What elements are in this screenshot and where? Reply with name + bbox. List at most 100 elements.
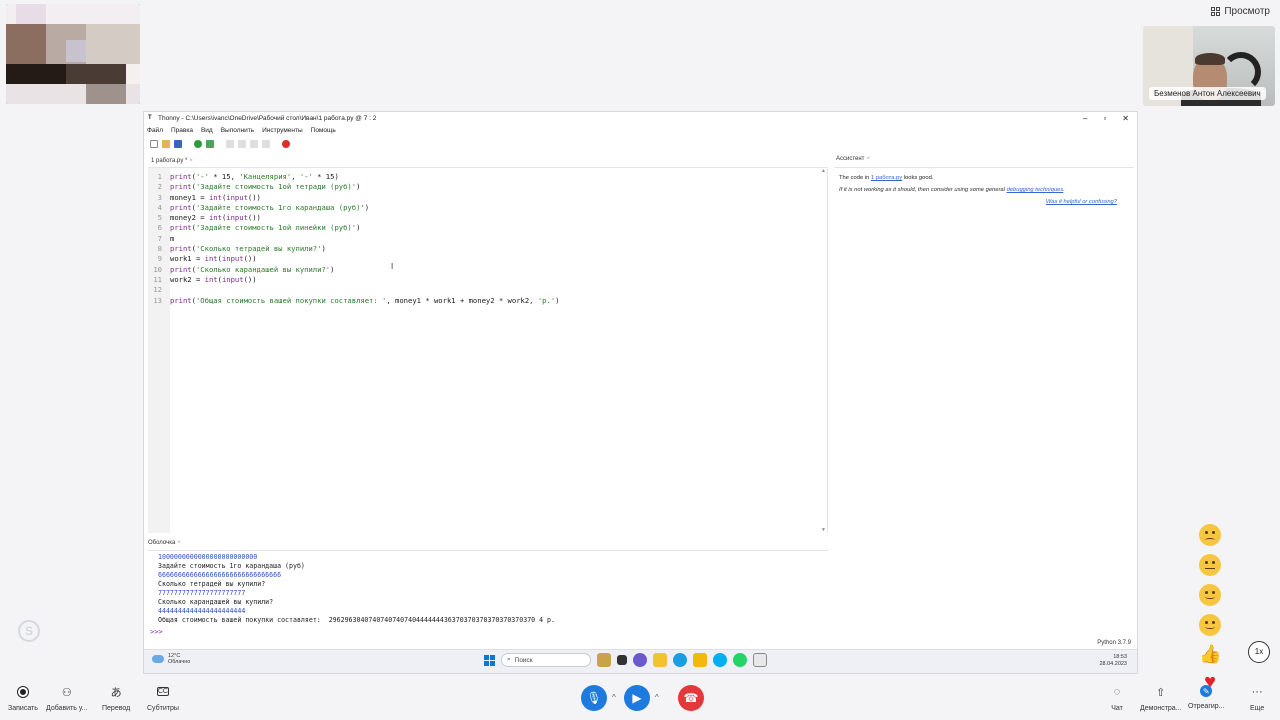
code-token: 'Задайте стоимость 1ой линейки (руб)' <box>195 223 357 233</box>
windows-start-icon[interactable] <box>484 654 495 666</box>
react-button[interactable]: ✎ Отреагир... <box>1188 685 1225 710</box>
neutral-face-icon[interactable] <box>1199 554 1221 576</box>
subtitles-button[interactable]: CC Субтитры <box>147 685 179 712</box>
weather-widget[interactable]: 12°C Облачно <box>152 653 190 665</box>
status-interpreter[interactable]: Python 3.7.9 <box>1097 640 1131 646</box>
step-over-icon[interactable] <box>226 140 234 148</box>
code-token: print <box>170 264 192 274</box>
call-window: Просмотр Безменов Антон Алексеевич T Tho… <box>0 0 1280 720</box>
grin-face-icon[interactable] <box>1199 614 1221 636</box>
teams-icon[interactable] <box>633 653 647 667</box>
more-button[interactable]: ··· Еще <box>1250 685 1264 712</box>
participant-video-tile[interactable]: Безменов Антон Алексеевич <box>1143 26 1275 106</box>
editor-tab[interactable]: 1 работа.py * × <box>148 156 196 166</box>
code-line[interactable]: 8 print('Сколько тетрадей вы купили?') <box>148 244 559 254</box>
debugging-link[interactable]: debugging techniques <box>1007 187 1064 193</box>
thonny-taskbar-icon[interactable] <box>753 653 767 667</box>
line-number: 13 <box>153 295 162 305</box>
new-file-icon[interactable] <box>150 140 158 148</box>
save-file-icon[interactable] <box>174 140 182 148</box>
thumbs-up-icon[interactable]: 👍 <box>1199 644 1221 664</box>
code-line[interactable]: 7m <box>148 234 559 244</box>
microphone-button[interactable]: 🎙 <box>581 685 607 711</box>
menu-tools[interactable]: Инструменты <box>262 127 303 134</box>
scroll-up-icon[interactable]: ▲ <box>821 168 826 174</box>
file-explorer-icon[interactable] <box>653 653 667 667</box>
code-token: , <box>291 172 300 181</box>
close-tab-icon[interactable]: × <box>189 158 193 164</box>
code-editor[interactable]: 1 print('-' * 15, 'Канцелярия', '-' * 15)… <box>148 167 828 533</box>
code-line[interactable]: 12 <box>148 285 559 295</box>
code-line[interactable]: 6 print('Задайте стоимость 1ой линейки (р… <box>148 223 559 233</box>
code-area[interactable]: 1 print('-' * 15, 'Канцелярия', '-' * 15)… <box>148 172 559 306</box>
smile-face-icon[interactable] <box>1199 584 1221 606</box>
menu-file[interactable]: Файл <box>147 127 163 134</box>
skype-icon[interactable] <box>713 653 727 667</box>
debug-icon[interactable] <box>206 140 214 148</box>
line-number: 6 <box>157 223 162 233</box>
code-line[interactable]: 4 print('Задайте стоимость 1го карандаша … <box>148 203 559 213</box>
menu-run[interactable]: Выполнить <box>221 127 254 134</box>
code-line[interactable]: 11 work2 = int(input()) <box>148 275 559 285</box>
camera-options-chevron-icon[interactable]: ^ <box>655 693 659 702</box>
chess-app-icon[interactable] <box>597 653 611 667</box>
add-user-button[interactable]: ⚇ Добавить у... <box>46 685 88 713</box>
feedback-link[interactable]: Was it helpful or confusing? <box>1046 199 1117 205</box>
maximize-icon[interactable]: ▫ <box>1103 114 1106 123</box>
screen-share-button[interactable]: ⇧ Демонстра... <box>1140 685 1182 713</box>
file-link[interactable]: 1 работа.py <box>871 175 902 181</box>
stop-icon[interactable] <box>282 140 290 148</box>
close-tab-icon[interactable]: × <box>866 156 870 162</box>
assistant-text: looks good. <box>902 175 934 181</box>
taskbar-clock[interactable]: 18:53 28.04.2023 <box>1099 654 1127 668</box>
playback-speed-button[interactable]: 1x <box>1248 641 1270 663</box>
edge-icon[interactable] <box>673 653 687 667</box>
code-token: '-' <box>195 172 209 181</box>
step-out-icon[interactable] <box>250 140 258 148</box>
code-token: 'Канцелярия' <box>239 172 292 181</box>
resume-icon[interactable] <box>262 140 270 148</box>
line-number: 1 <box>157 172 162 181</box>
open-file-icon[interactable] <box>162 140 170 148</box>
hang-up-button[interactable]: ☎ <box>678 685 704 711</box>
code-line[interactable]: 9 work1 = int(input()) <box>148 254 559 264</box>
editor-scrollbar[interactable]: ▲ ▼ <box>820 168 826 533</box>
code-token: input <box>221 254 244 264</box>
translate-button[interactable]: あ Перевод <box>102 685 130 712</box>
record-button[interactable]: Записать <box>8 685 38 712</box>
code-token: input <box>226 213 248 223</box>
view-mode-button[interactable]: Просмотр <box>1211 6 1270 17</box>
camera-button[interactable]: ▶ <box>624 685 650 711</box>
code-line[interactable]: 10 print('Сколько карандашей вы купили?') <box>148 265 559 275</box>
mic-options-chevron-icon[interactable]: ^ <box>612 693 616 702</box>
chat-button[interactable]: ◌ Чат <box>1110 685 1124 712</box>
minimize-icon[interactable]: – <box>1083 114 1087 123</box>
code-line[interactable]: 5 money2 = int(input()) <box>148 213 559 223</box>
menu-bar: Файл Правка Вид Выполнить Инструменты По… <box>144 125 1137 136</box>
taskbar-search[interactable]: ⌕ Поиск <box>501 653 591 667</box>
assistant-tab[interactable]: Ассистент × <box>836 156 870 162</box>
code-line[interactable]: 3 money1 = int(input()) <box>148 193 559 203</box>
whatsapp-icon[interactable] <box>733 653 747 667</box>
step-into-icon[interactable] <box>238 140 246 148</box>
run-icon[interactable] <box>194 140 202 148</box>
menu-view[interactable]: Вид <box>201 127 213 134</box>
code-line[interactable]: 1 print('-' * 15, 'Канцелярия', '-' * 15) <box>148 172 559 182</box>
code-token: m <box>170 233 175 243</box>
scroll-down-icon[interactable]: ▼ <box>821 527 826 533</box>
self-video-tile[interactable] <box>6 4 140 104</box>
code-line[interactable]: 2 print('Задайте стоимость 1ой тетради (р… <box>148 182 559 192</box>
shell-tab[interactable]: Оболочка × <box>148 540 181 546</box>
reactions-panel: 👍 ♥ <box>1196 524 1224 692</box>
menu-edit[interactable]: Правка <box>171 127 193 134</box>
menu-help[interactable]: Помощь <box>311 127 336 134</box>
close-icon[interactable]: ✕ <box>1122 114 1129 123</box>
sad-face-icon[interactable] <box>1199 524 1221 546</box>
app-icon[interactable] <box>693 653 707 667</box>
app-icon[interactable] <box>617 655 627 665</box>
close-tab-icon[interactable]: × <box>177 540 181 546</box>
shell-output-line: 7777777777777777777777 <box>158 589 246 597</box>
shell-panel[interactable]: 1000000000000000000000000 Задайте стоимос… <box>148 550 828 638</box>
code-line[interactable]: 13 print('Общая стоимость вашей покупки с… <box>148 296 559 306</box>
react-icon: ✎ <box>1200 685 1213 697</box>
